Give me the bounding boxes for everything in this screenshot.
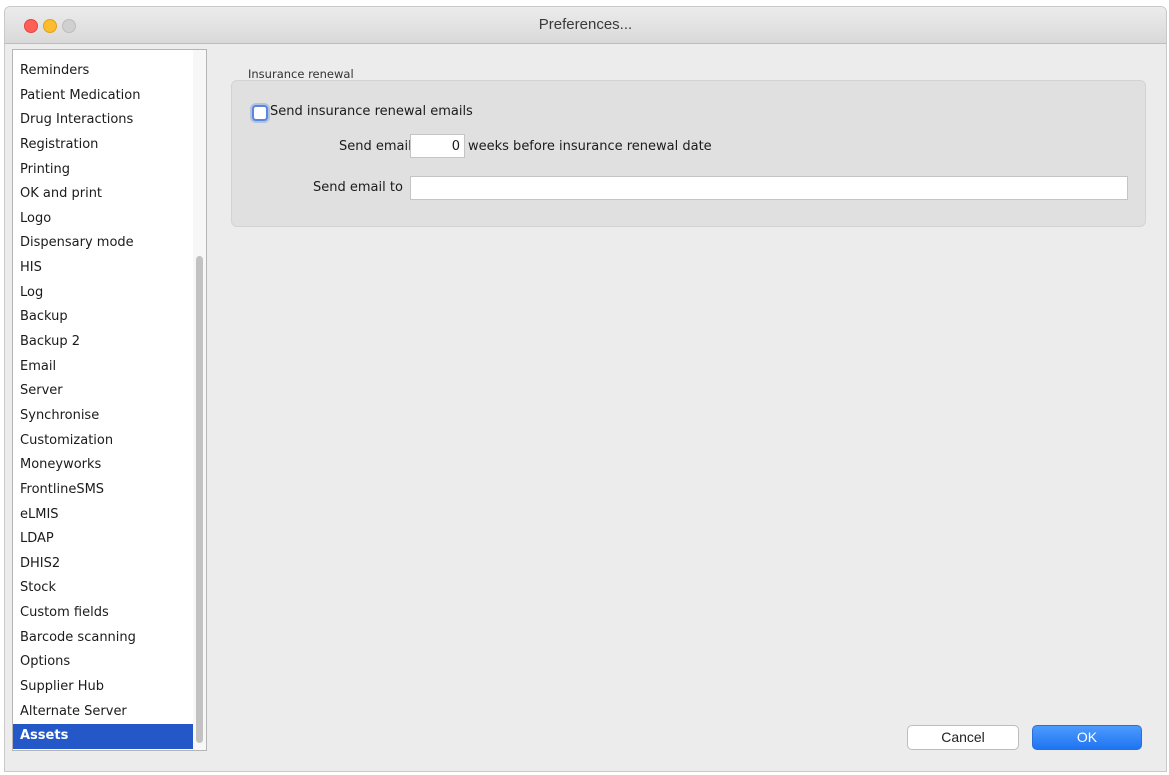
send-email-label: Send email <box>339 139 412 154</box>
sidebar-item-ldap[interactable]: LDAP <box>13 527 193 552</box>
sidebar-item-ok-and-print[interactable]: OK and print <box>13 182 193 207</box>
window-title: Preferences... <box>538 16 633 33</box>
sidebar-scroll-thumb[interactable] <box>196 256 203 743</box>
send-renewal-emails-checkbox[interactable] <box>252 105 268 121</box>
sidebar-item-printing[interactable]: Printing <box>13 158 193 183</box>
sidebar-item-alternate-server[interactable]: Alternate Server <box>13 700 193 725</box>
sidebar-item-barcode-scanning[interactable]: Barcode scanning <box>13 626 193 651</box>
sidebar-item-stock[interactable]: Stock <box>13 576 193 601</box>
send-renewal-emails-label[interactable]: Send insurance renewal emails <box>270 104 473 119</box>
weeks-before-suffix: weeks before insurance renewal date <box>468 139 712 154</box>
sidebar-item-backup[interactable]: Backup <box>13 305 193 330</box>
send-email-to-input[interactable] <box>410 176 1128 200</box>
sidebar-item-moneyworks[interactable]: Moneyworks <box>13 453 193 478</box>
sidebar-item-email[interactable]: Email <box>13 355 193 380</box>
sidebar-item-his[interactable]: HIS <box>13 256 193 281</box>
sidebar-item-backup-2[interactable]: Backup 2 <box>13 330 193 355</box>
sidebar-item-customization[interactable]: Customization <box>13 429 193 454</box>
sidebar-item-assets[interactable]: Assets <box>13 724 193 749</box>
sidebar-item-synchronise[interactable]: Synchronise <box>13 404 193 429</box>
sidebar-item-options[interactable]: Options <box>13 650 193 675</box>
sidebar-item-logo[interactable]: Logo <box>13 207 193 232</box>
sidebar-item-frontlinesms[interactable]: FrontlineSMS <box>13 478 193 503</box>
insurance-renewal-group-title: Insurance renewal <box>248 67 354 81</box>
weeks-before-input[interactable] <box>410 134 465 158</box>
sidebar-item-server[interactable]: Server <box>13 379 193 404</box>
sidebar-scrollbar[interactable] <box>193 50 206 750</box>
sidebar-item-supplier-hub[interactable]: Supplier Hub <box>13 675 193 700</box>
sidebar-item-dhis2[interactable]: DHIS2 <box>13 552 193 577</box>
sidebar-item-dispensary-mode[interactable]: Dispensary mode <box>13 231 193 256</box>
sidebar-item-log[interactable]: Log <box>13 281 193 306</box>
sidebar-item-elmis[interactable]: eLMIS <box>13 503 193 528</box>
send-email-to-label: Send email to <box>313 180 403 195</box>
sidebar-item-patient-medication[interactable]: Patient Medication <box>13 84 193 109</box>
title-bar[interactable]: Preferences... <box>5 7 1166 44</box>
cancel-button[interactable]: Cancel <box>907 725 1019 750</box>
sidebar-item-custom-fields[interactable]: Custom fields <box>13 601 193 626</box>
sidebar-item-reminders[interactable]: Reminders <box>13 59 193 84</box>
preferences-category-list[interactable]: Reminders Patient Medication Drug Interact… <box>12 49 207 751</box>
sidebar-item-registration[interactable]: Registration <box>13 133 193 158</box>
sidebar-item-drug-interactions[interactable]: Drug Interactions <box>13 108 193 133</box>
ok-button[interactable]: OK <box>1032 725 1142 750</box>
category-list-items: Reminders Patient Medication Drug Interact… <box>13 59 193 749</box>
